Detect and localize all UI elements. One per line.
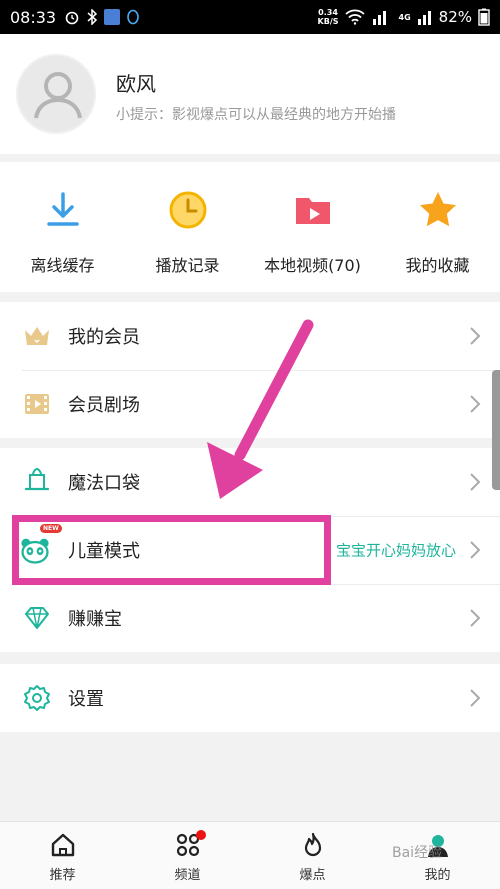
scrollbar-handle[interactable] — [492, 370, 500, 490]
profile-header[interactable]: 欧风 小提示：影视爆点可以从最经典的地方开始播 — [0, 34, 500, 154]
chevron-right-icon — [470, 689, 481, 707]
earn-row[interactable]: 赚赚宝 — [0, 584, 500, 652]
status-left-icons — [64, 9, 140, 25]
quick-actions: 离线缓存 播放记录 本地视频(70) 我的收藏 — [0, 162, 500, 292]
alarm-icon — [65, 11, 79, 25]
wifi-icon — [344, 9, 365, 25]
my-vip-label: 我的会员 — [68, 327, 140, 348]
magic-hat-icon — [24, 467, 50, 491]
film-icon — [25, 394, 49, 414]
clock-icon — [169, 191, 206, 229]
local-video-button[interactable]: 本地视频(70) — [250, 162, 375, 292]
download-icon — [46, 192, 79, 226]
annotation-highlight-box — [12, 515, 331, 585]
nav-channels[interactable]: 频道 — [125, 822, 250, 889]
net-speed-value: 0.34 — [318, 8, 338, 17]
nav-hot[interactable]: 爆点 — [250, 822, 375, 889]
shield-app-icon — [104, 9, 121, 25]
nav-recommend-label: 推荐 — [49, 868, 76, 883]
settings-group: 设置 — [0, 664, 500, 732]
nav-channels-label: 频道 — [174, 868, 201, 883]
network-type: 4G — [398, 12, 411, 22]
status-time: 08:33 — [10, 7, 57, 27]
history-label: 播放记录 — [155, 256, 220, 275]
nav-hot-label: 爆点 — [299, 868, 326, 883]
offline-cache-button[interactable]: 离线缓存 — [0, 162, 125, 292]
channels-badge-dot — [195, 830, 206, 840]
my-vip-row[interactable]: 我的会员 — [0, 302, 500, 370]
history-button[interactable]: 播放记录 — [125, 162, 250, 292]
video-folder-icon — [295, 198, 330, 224]
nav-mine-label: 我的 — [424, 868, 451, 883]
home-icon — [51, 833, 74, 857]
gear-icon — [24, 685, 50, 711]
crown-icon — [25, 327, 49, 345]
settings-label: 设置 — [68, 689, 104, 710]
qq-icon — [127, 9, 139, 25]
chevron-right-icon — [470, 395, 481, 413]
vip-theater-label: 会员剧场 — [68, 395, 140, 416]
net-speed: 0.34 KB/S — [318, 8, 339, 26]
status-right-icons: 0.34 KB/S 4G 82% — [318, 8, 490, 26]
bluetooth-icon — [87, 9, 98, 25]
default-avatar-icon — [34, 72, 82, 119]
vip-theater-row[interactable]: 会员剧场 — [0, 370, 500, 438]
profile-tip: 小提示：影视爆点可以从最经典的地方开始播 — [116, 107, 396, 123]
offline-cache-label: 离线缓存 — [30, 256, 95, 275]
signal-icon — [372, 11, 386, 25]
battery-percent: 82% — [438, 8, 472, 26]
favorites-label: 我的收藏 — [405, 256, 470, 275]
battery-icon — [478, 8, 490, 26]
favorites-button[interactable]: 我的收藏 — [375, 162, 500, 292]
diamond-icon — [25, 607, 49, 629]
flame-icon — [304, 832, 321, 857]
settings-row[interactable]: 设置 — [0, 664, 500, 732]
signal-icon-2 — [417, 11, 431, 25]
local-video-label: 本地视频(70) — [264, 256, 361, 275]
earn-label: 赚赚宝 — [68, 609, 122, 630]
chevron-right-icon — [470, 473, 481, 491]
chevron-right-icon — [470, 327, 481, 345]
magic-pocket-label: 魔法口袋 — [68, 473, 140, 494]
watermark: Bai经验 — [392, 845, 443, 861]
chevron-right-icon — [470, 609, 481, 627]
chevron-right-icon — [470, 541, 481, 559]
status-bar: 08:33 0.34 KB/S 4G 82% — [0, 0, 500, 34]
kids-mode-subtitle: 宝宝开心妈妈放心 — [335, 541, 456, 560]
nav-recommend[interactable]: 推荐 — [0, 822, 125, 889]
avatar[interactable] — [16, 54, 96, 134]
star-icon — [419, 192, 456, 227]
username[interactable]: 欧风 — [116, 68, 156, 97]
membership-group: 我的会员 会员剧场 — [0, 302, 500, 438]
magic-pocket-row[interactable]: 魔法口袋 — [0, 448, 500, 516]
net-speed-unit: KB/S — [317, 17, 339, 26]
